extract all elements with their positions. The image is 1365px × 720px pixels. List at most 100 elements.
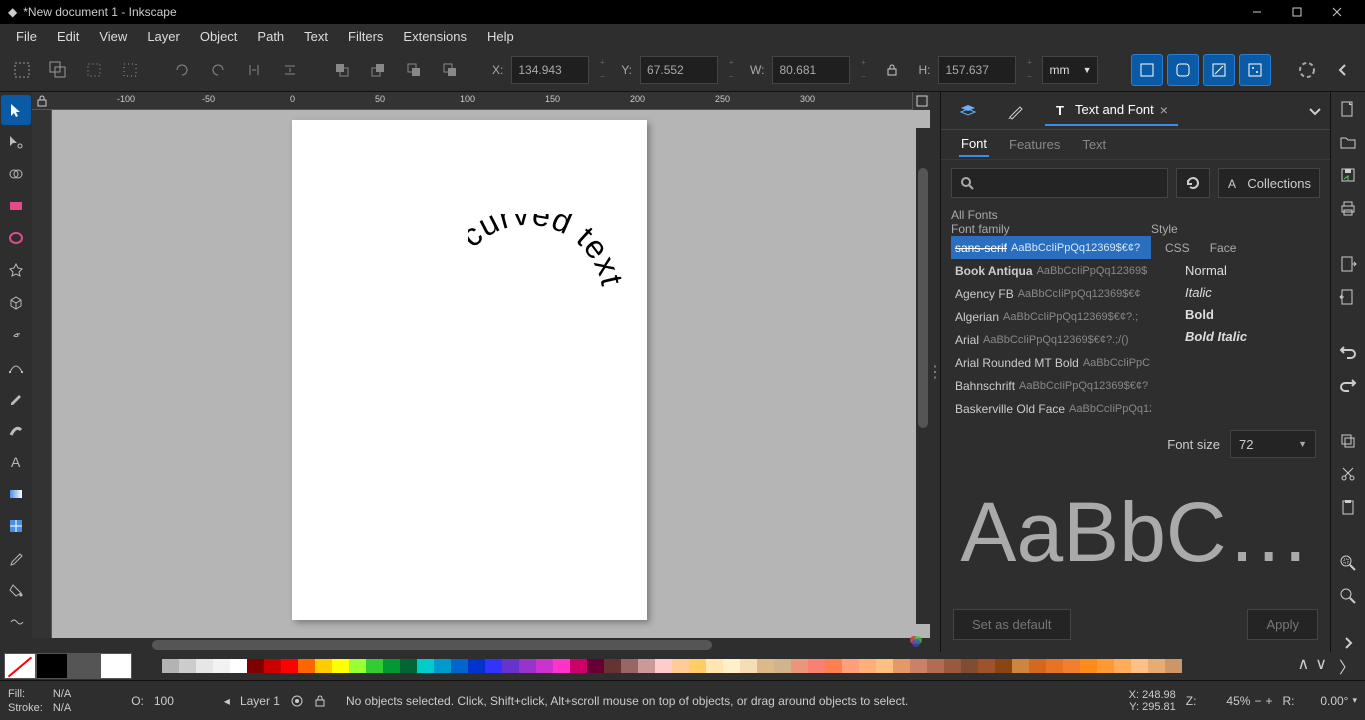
opacity-field[interactable]: 100 — [154, 694, 174, 708]
rotation-spinner[interactable]: ▾ — [1352, 695, 1357, 706]
font-item-arial[interactable]: ArialAaBbCcIiPpQq12369$€¢?.;/() — [951, 328, 1151, 351]
y-field[interactable]: 67.552 — [640, 56, 718, 84]
color-swatch[interactable] — [842, 659, 859, 673]
shape-builder-tool[interactable] — [1, 159, 31, 189]
color-swatch[interactable] — [468, 659, 485, 673]
select-all-button[interactable] — [6, 54, 38, 86]
y-spinner[interactable]: +− — [722, 56, 740, 84]
menu-help[interactable]: Help — [477, 26, 524, 47]
style-italic[interactable]: Italic — [1165, 281, 1320, 303]
font-size-select[interactable]: 72 ▼ — [1230, 430, 1316, 458]
menu-text[interactable]: Text — [294, 26, 338, 47]
color-swatch[interactable] — [1165, 659, 1182, 673]
palette-menu-button[interactable]: 〉 — [1339, 654, 1355, 678]
panel-resize-handle[interactable]: ⋮ — [930, 92, 940, 652]
menu-object[interactable]: Object — [190, 26, 248, 47]
color-swatch[interactable] — [1114, 659, 1131, 673]
set-default-button[interactable]: Set as default — [953, 609, 1071, 640]
subtab-font[interactable]: Font — [959, 132, 989, 157]
scrollbar-vertical[interactable] — [916, 128, 930, 624]
color-swatch[interactable] — [332, 659, 349, 673]
color-swatch[interactable] — [1148, 659, 1165, 673]
style-bold-italic[interactable]: Bold Italic — [1165, 325, 1320, 347]
move-patterns-button[interactable] — [1239, 54, 1271, 86]
color-swatch[interactable] — [247, 659, 264, 673]
color-swatch[interactable] — [519, 659, 536, 673]
w-field[interactable]: 80.681 — [772, 56, 850, 84]
ruler-vertical[interactable] — [32, 110, 52, 638]
black-swatch[interactable] — [36, 653, 68, 679]
color-swatch[interactable] — [995, 659, 1012, 673]
rotate-cw-button[interactable] — [202, 54, 234, 86]
h-spinner[interactable]: +− — [1020, 56, 1038, 84]
palette-next-button[interactable]: ∨ — [1315, 654, 1327, 678]
rectangle-tool[interactable] — [1, 191, 31, 221]
color-swatch[interactable] — [621, 659, 638, 673]
minimize-button[interactable] — [1237, 0, 1277, 24]
color-swatch[interactable] — [910, 659, 927, 673]
select-all-layers-button[interactable] — [42, 54, 74, 86]
new-document-button[interactable] — [1337, 100, 1359, 119]
raise-button[interactable] — [362, 54, 394, 86]
font-item-baskerville[interactable]: Baskerville Old FaceAaBbCcIiPpQq12 — [951, 397, 1151, 420]
paste-button[interactable] — [1337, 498, 1359, 517]
fill-value[interactable]: N/A — [53, 688, 71, 700]
no-color-swatch[interactable] — [4, 653, 36, 679]
subtab-features[interactable]: Features — [1007, 133, 1062, 156]
font-item-algerian[interactable]: AlgerianAaBbCcIiPpQq12369$€¢?.; — [951, 305, 1151, 328]
font-item-book-antiqua[interactable]: Book AntiquaAaBbCcIiPpQq12369$ — [951, 259, 1151, 282]
subtab-text[interactable]: Text — [1080, 133, 1108, 156]
layer-lock2-icon[interactable] — [314, 695, 326, 707]
color-swatch[interactable] — [774, 659, 791, 673]
color-swatch[interactable] — [1131, 659, 1148, 673]
color-swatch[interactable] — [1097, 659, 1114, 673]
bezier-tool[interactable] — [1, 351, 31, 381]
color-swatch[interactable] — [179, 659, 196, 673]
zoom-out-button[interactable]: − — [1254, 694, 1261, 708]
redo-button[interactable] — [1337, 376, 1359, 395]
w-spinner[interactable]: +− — [854, 56, 872, 84]
color-swatch[interactable] — [264, 659, 281, 673]
tab-fillstroke[interactable] — [997, 96, 1035, 126]
pencil-tool[interactable] — [1, 383, 31, 413]
undo-button[interactable] — [1337, 343, 1359, 362]
color-swatch[interactable] — [893, 659, 910, 673]
move-gradients-button[interactable] — [1203, 54, 1235, 86]
menu-layer[interactable]: Layer — [137, 26, 190, 47]
tab-text-font[interactable]: T Text and Font × — [1045, 96, 1178, 126]
deselect-button[interactable] — [78, 54, 110, 86]
color-swatch[interactable] — [1012, 659, 1029, 673]
curved-text-object[interactable]: curved text — [468, 214, 638, 424]
color-swatch[interactable] — [655, 659, 672, 673]
paintbucket-tool[interactable] — [1, 575, 31, 605]
font-item-bahnschrift[interactable]: BahnschriftAaBbCcIiPpQq12369$€¢? — [951, 374, 1151, 397]
menu-extensions[interactable]: Extensions — [393, 26, 477, 47]
color-swatch[interactable] — [978, 659, 995, 673]
more-commands-button[interactable] — [1337, 633, 1359, 652]
color-swatch[interactable] — [961, 659, 978, 673]
scale-corners-button[interactable] — [1167, 54, 1199, 86]
x-spinner[interactable]: +− — [593, 56, 611, 84]
color-swatch[interactable] — [230, 659, 247, 673]
raise-top-button[interactable] — [326, 54, 358, 86]
unit-select[interactable]: mm▼ — [1042, 56, 1098, 84]
layer-visibility-icon[interactable]: ◂ — [224, 694, 230, 708]
menu-filters[interactable]: Filters — [338, 26, 393, 47]
color-swatch[interactable] — [281, 659, 298, 673]
refresh-fonts-button[interactable] — [1176, 168, 1210, 198]
close-tab-icon[interactable]: × — [1160, 102, 1168, 118]
canvas[interactable]: curved text — [52, 110, 930, 638]
color-swatch[interactable] — [1029, 659, 1046, 673]
font-item-arial-rounded[interactable]: Arial Rounded MT BoldAaBbCcIiPpC — [951, 351, 1151, 374]
layer-selector[interactable]: Layer 1 — [240, 694, 280, 708]
tab-layers[interactable] — [949, 96, 987, 126]
save-button[interactable] — [1337, 166, 1359, 185]
export-button[interactable] — [1337, 287, 1359, 306]
cut-button[interactable] — [1337, 465, 1359, 484]
copy-button[interactable] — [1337, 432, 1359, 451]
box3d-tool[interactable] — [1, 287, 31, 317]
style-list[interactable]: Normal Italic Bold Bold Italic — [1165, 259, 1320, 347]
font-item-sans-serif[interactable]: sans-serifAaBbCcIiPpQq12369$€¢? — [951, 236, 1151, 259]
flip-h-button[interactable] — [238, 54, 270, 86]
import-button[interactable] — [1337, 255, 1359, 274]
